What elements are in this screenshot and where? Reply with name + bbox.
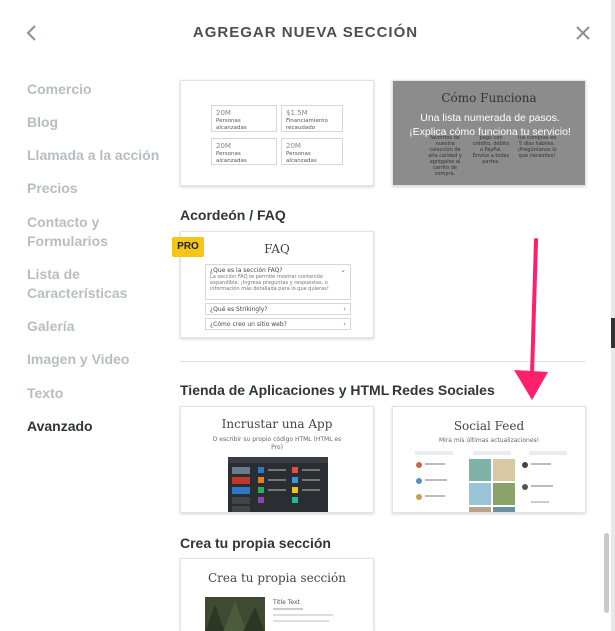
text-line <box>273 620 329 622</box>
embed-app-card[interactable]: Incrustar una App O escribir su propio c… <box>180 406 374 513</box>
annotation-arrow-icon <box>514 238 548 400</box>
text-snippet: Title Text <box>273 599 300 606</box>
faq-section-heading: Acordeón / FAQ <box>180 207 286 223</box>
sidebar-item-comercio[interactable]: Comercio <box>27 80 92 99</box>
scrollbar-thumb[interactable] <box>604 533 609 613</box>
stat-box: 20M Personas alcanzadas <box>211 105 277 132</box>
add-section-modal: AGREGAR NUEVA SECCIÓN Comercio Blog Llam… <box>0 0 611 631</box>
stat-label: Financiamiento recaudado <box>286 118 328 131</box>
modal-title: AGREGAR NUEVA SECCIÓN <box>192 24 419 41</box>
sidebar-item-llamada[interactable]: Llamada a la acción <box>27 146 159 165</box>
stat-label: Personas alcanzadas <box>216 151 247 164</box>
custom-section-heading: Crea tu propia sección <box>180 535 331 551</box>
modal-header: AGREGAR NUEVA SECCIÓN <box>0 0 611 68</box>
social-feed-title: Social Feed <box>453 419 525 433</box>
text-line <box>273 608 303 610</box>
faq-answer: La sección FAQ te permite mostrar conten… <box>210 274 329 292</box>
faq-question: ¿Cómo creo un sitio web? <box>210 321 287 328</box>
social-section-heading: Redes Sociales <box>392 382 495 398</box>
faq-question: ¿Que es la sección FAQ? <box>210 267 283 274</box>
step-text: favoritos de nuestra colección de alta c… <box>428 135 462 177</box>
custom-section-card[interactable]: Crea tu propia sección Title Text <box>180 558 374 631</box>
stat-label: Personas alcanzadas <box>286 151 317 164</box>
stats-section-card[interactable]: 20M Personas alcanzadas $1.5M Financiami… <box>180 80 374 186</box>
stat-box: 20M Personas alcanzadas <box>211 138 277 165</box>
stat-number: 20M <box>286 142 301 150</box>
social-feed-preview <box>415 451 567 512</box>
stat-number: 20M <box>216 142 231 150</box>
custom-section-title: Crea tu propia sección <box>208 571 346 585</box>
step-text: pago con crédito, débito o PayPal. Envío… <box>472 135 510 165</box>
social-feed-card[interactable]: Social Feed Mira mis últimas actualizaci… <box>392 406 586 513</box>
pro-badge: PRO <box>172 237 204 257</box>
forest-image-preview <box>205 597 265 631</box>
stat-label: Personas alcanzadas <box>216 118 247 131</box>
apps-section-heading: Tienda de Aplicaciones y HTML <box>180 382 390 398</box>
text-line <box>273 614 333 616</box>
faq-row-expanded: ¿Que es la sección FAQ? La sección FAQ t… <box>205 264 351 300</box>
faq-row: ¿Qué es Strikingly? › <box>205 303 351 315</box>
window-edge-handle <box>611 318 615 348</box>
faq-section-card[interactable]: FAQ ¿Que es la sección FAQ? La sección F… <box>180 231 374 338</box>
how-it-works-card[interactable]: Cómo Funciona favoritos de nuestra colec… <box>392 80 586 186</box>
app-store-preview <box>228 457 328 512</box>
window-edge <box>611 0 615 631</box>
sidebar-item-texto[interactable]: Texto <box>27 384 63 403</box>
sidebar-item-caracteristicas[interactable]: Lista de Características <box>27 265 137 303</box>
stat-number: $1.5M <box>286 109 308 117</box>
faq-question: ¿Qué es Strikingly? <box>210 306 268 313</box>
chevron-right-icon: › <box>343 305 346 313</box>
sidebar-item-galeria[interactable]: Galería <box>27 317 74 336</box>
stat-box: $1.5M Financiamiento recaudado <box>281 105 343 132</box>
sidebar-item-imagen-video[interactable]: Imagen y Video <box>27 350 129 369</box>
hover-description: Una lista numerada de pasos. ¡Explica có… <box>409 112 571 138</box>
faq-row: ¿Cómo creo un sitio web? › <box>205 318 351 330</box>
close-icon[interactable] <box>574 24 592 42</box>
sidebar-item-avanzado[interactable]: Avanzado <box>27 417 93 436</box>
sidebar-item-contacto[interactable]: Contacto y Formularios <box>27 213 117 251</box>
faq-title: FAQ <box>264 242 290 256</box>
chevron-right-icon: › <box>343 320 346 328</box>
embed-app-subtitle: O escribir su propio código HTML (HTML e… <box>212 436 342 451</box>
embed-app-title: Incrustar una App <box>221 417 333 431</box>
sidebar-item-precios[interactable]: Precios <box>27 179 78 198</box>
chevron-down-icon: ⌄ <box>340 266 346 274</box>
stat-number: 20M <box>216 109 231 117</box>
stat-box: 20M Personas alcanzadas <box>281 138 343 165</box>
how-it-works-title: Cómo Funciona <box>441 91 537 105</box>
sidebar-item-blog[interactable]: Blog <box>27 113 58 132</box>
social-feed-subtitle: Mira mis últimas actualizaciones! <box>438 437 540 444</box>
